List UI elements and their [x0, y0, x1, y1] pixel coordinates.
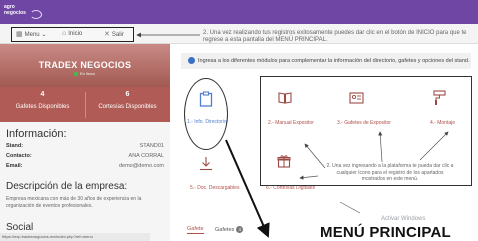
- company-hero: TRADEX NEGOCIOS En línea: [0, 44, 170, 87]
- stats-divider: [85, 92, 86, 118]
- tab-label: Gafetes: [215, 227, 235, 233]
- brand-logo[interactable]: agro negocios: [4, 4, 42, 20]
- stat-label: Cortesías Disponibles: [98, 104, 157, 110]
- menu-principal-caption: MENÚ PRINCIPAL: [320, 224, 451, 241]
- field-value: ANA CORRAL: [128, 153, 164, 159]
- menu-grid-icon: ▦: [16, 31, 23, 38]
- chevron-down-icon: ⌄: [41, 32, 47, 38]
- social-title: Social: [6, 222, 34, 233]
- company-name: TRADEX NEGOCIOS: [38, 60, 132, 70]
- logo-swirl-icon: [30, 10, 42, 19]
- activate-windows-watermark: Activar Windows: [381, 216, 426, 222]
- menu-instruction: 2. Una vez ingresando a la plataforma te…: [326, 163, 454, 182]
- stat-label: Gafetes Disponibles: [15, 104, 70, 110]
- info-title: Información:: [6, 128, 67, 140]
- salir-button[interactable]: ✕ Salir: [104, 30, 124, 38]
- field-key: Email:: [6, 163, 23, 169]
- info-icon: [188, 57, 195, 64]
- status-indicator: En línea: [74, 71, 95, 76]
- info-row-contacto: Contacto: ANA CORRAL: [6, 153, 164, 159]
- salir-label: Salir: [111, 32, 124, 38]
- description-text: Empresa mexicana con más de 30 años de e…: [6, 196, 142, 209]
- stat-gafetes: 4 Gafetes Disponibles: [0, 91, 85, 110]
- leader-line: [339, 201, 361, 214]
- module-label: 5.- Doc. Descargables: [190, 185, 240, 191]
- close-icon: ✕: [104, 31, 110, 38]
- menu-label: Menu: [24, 32, 40, 38]
- stat-value: 4: [40, 91, 45, 98]
- download-icon: [200, 157, 212, 171]
- tab-gafete[interactable]: Gafete: [187, 226, 204, 234]
- field-key: Contacto:: [6, 153, 32, 159]
- info-row-email: Email: demo@demo.com: [6, 163, 164, 169]
- screen: agro negocios ▦ Menu ⌄ ⌂ Inicio ✕ Salir 2. …: [0, 0, 478, 241]
- inicio-label: Inicio: [68, 31, 83, 37]
- description-title: Descripción de la empresa:: [6, 181, 128, 192]
- count-badge: 4: [236, 226, 244, 233]
- field-key: Stand:: [6, 143, 24, 149]
- status-text: En línea: [80, 71, 95, 76]
- field-value: STAND01: [139, 143, 164, 149]
- online-dot-icon: [74, 71, 78, 76]
- stat-cortesias: 6 Cortesías Disponibles: [85, 91, 170, 110]
- home-icon: ⌂: [62, 30, 67, 37]
- highlight-circle: [184, 78, 228, 150]
- brand-logo-text: agro negocios: [4, 4, 26, 16]
- banner-text: Ingresa a los diferentes módulos para co…: [198, 58, 470, 64]
- browser-status-url: https://exp.tradexnegocios.mx/index.php?…: [0, 233, 150, 241]
- top-bar: agro negocios: [0, 0, 478, 24]
- info-row-stand: Stand: STAND01: [6, 143, 164, 149]
- stat-value: 6: [125, 91, 130, 98]
- menu-button[interactable]: ▦ Menu ⌄: [16, 30, 46, 38]
- toolbar-instruction: 2. Una vez realizando tus registros exit…: [203, 30, 467, 43]
- toolbar-buttons-highlight: ▦ Menu ⌄ ⌂ Inicio ✕ Salir: [11, 27, 134, 42]
- inicio-button[interactable]: ⌂ Inicio: [62, 30, 82, 37]
- tab-gafetes[interactable]: Gafetes 4: [215, 226, 244, 233]
- field-value[interactable]: demo@demo.com: [119, 163, 164, 169]
